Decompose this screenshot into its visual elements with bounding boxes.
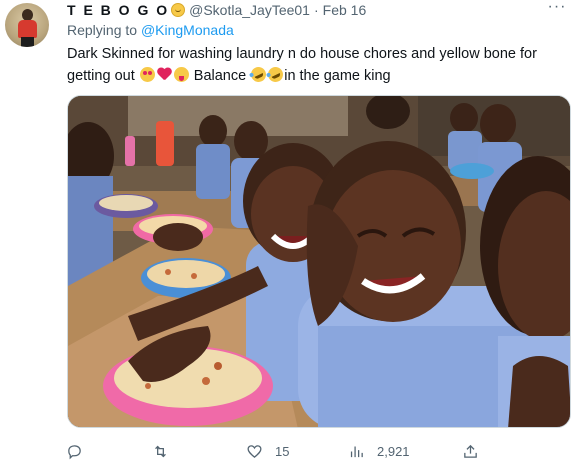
reply-button[interactable] — [66, 440, 95, 462]
views-count: 2,921 — [377, 443, 410, 459]
tweet-date[interactable]: Feb 16 — [323, 2, 367, 18]
retweet-icon — [155, 445, 166, 457]
retweet-button[interactable] — [152, 440, 181, 462]
rofl-emoji-icon — [265, 64, 286, 85]
display-name[interactable]: T E B O G O — [67, 2, 169, 18]
share-button[interactable] — [462, 440, 491, 462]
tweet[interactable]: T E B O G O @Skotla_JayTee01 · Feb 16 ··… — [0, 0, 578, 463]
replying-to-label: Replying to — [67, 22, 141, 38]
tweet-header: T E B O G O @Skotla_JayTee01 · Feb 16 — [67, 1, 366, 19]
separator-dot: · — [313, 2, 319, 18]
avatar[interactable] — [5, 3, 49, 47]
like-button[interactable]: 15 — [246, 440, 289, 462]
ellipsis-icon[interactable]: ··· — [546, 0, 568, 19]
photo-illustration — [68, 96, 570, 427]
views-button[interactable]: 2,921 — [348, 440, 410, 462]
tweet-text-part-3: in the game king — [284, 68, 391, 84]
replying-to: Replying to @KingMonada — [67, 22, 234, 38]
heart-eyes-emoji-icon — [139, 67, 155, 82]
tweet-actions: 15 2,921 — [58, 440, 578, 462]
tweet-text: Dark Skinned for washing laundry n do ho… — [67, 43, 572, 87]
like-count: 15 — [275, 443, 290, 459]
reply-mention-link[interactable]: @KingMonada — [141, 22, 234, 38]
views-icon — [350, 446, 363, 457]
tongue-wink-emoji-icon — [173, 67, 189, 82]
smiling-face-emoji-icon — [171, 3, 186, 17]
user-handle[interactable]: @Skotla_JayTee01 — [189, 2, 310, 18]
red-heart-emoji-icon — [157, 67, 172, 82]
tweet-photo[interactable] — [67, 95, 571, 428]
reply-icon — [68, 444, 81, 459]
heart-icon — [247, 444, 262, 458]
share-icon — [464, 444, 477, 458]
tweet-text-part-2: Balance — [189, 68, 251, 84]
avatar-figure-shirt — [18, 20, 37, 38]
avatar-figure-legs — [21, 37, 34, 47]
